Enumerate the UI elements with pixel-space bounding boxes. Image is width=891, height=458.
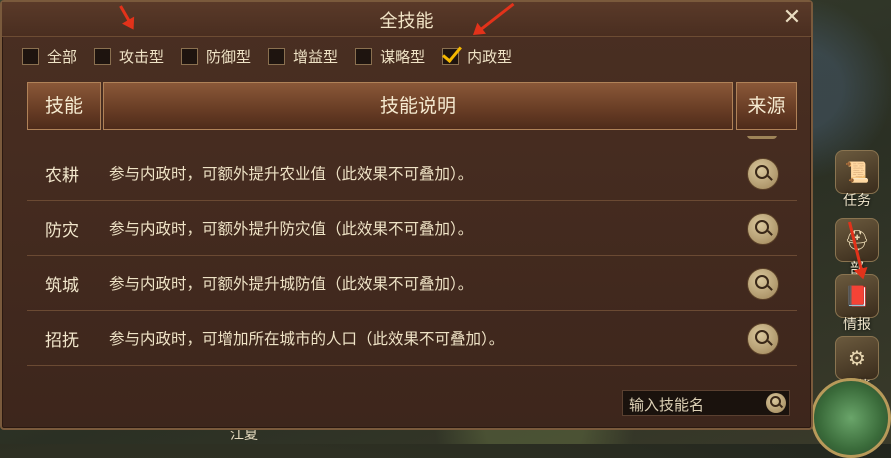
table-row[interactable]: 农耕 参与内政时，可额外提升农业值（此效果不可叠加）。 [27, 146, 797, 201]
search-icon [755, 220, 769, 234]
filter-attack[interactable]: 攻击型 [94, 46, 164, 67]
close-button[interactable]: ✕ [781, 5, 803, 30]
checkbox-checked[interactable] [442, 48, 460, 65]
header-source[interactable]: 来源 [736, 82, 797, 130]
filter-all[interactable]: 全部 [22, 46, 77, 67]
header-skill[interactable]: 技能 [27, 82, 101, 130]
skill-name: 农耕 [45, 166, 79, 186]
search-input[interactable]: 输入技能名 [629, 394, 704, 415]
search-icon [755, 165, 769, 179]
close-icon: ✕ [782, 5, 802, 30]
search-icon [755, 275, 769, 289]
checkbox[interactable] [355, 48, 373, 65]
checkbox[interactable] [181, 48, 199, 65]
search-button[interactable] [766, 393, 786, 413]
checkbox[interactable] [94, 48, 112, 65]
filter-defense[interactable]: 防御型 [181, 46, 251, 67]
side-item-intel[interactable]: 📕 情报 [827, 274, 887, 334]
skill-description: 参与内政时，可额外提升城防值（此效果不可叠加）。 [109, 275, 474, 293]
gear-icon: ⚙ [835, 336, 879, 380]
filter-bar: 全部 攻击型 防御型 增益型 谋略型 内政型 [22, 46, 529, 67]
skill-name: 筑城 [45, 276, 79, 296]
filter-strategy[interactable]: 谋略型 [355, 46, 425, 67]
skill-name: 招抚 [45, 331, 79, 351]
side-menu: 📜 任务 ⛑ 部 📕 情报 ⚙ 功能 [811, 140, 891, 458]
table-header: 技能 技能说明 来源 [27, 82, 797, 130]
checkbox[interactable] [268, 48, 286, 65]
table-row[interactable]: 招抚 参与内政时，可增加所在城市的人口（此效果不可叠加）。 [27, 311, 797, 366]
checkbox[interactable] [22, 48, 39, 65]
dragon-main-button[interactable] [811, 378, 891, 458]
skill-search-box[interactable]: 输入技能名 [622, 390, 790, 416]
partial-row-button [747, 136, 777, 139]
table-row[interactable]: 防灾 参与内政时，可额外提升防灾值（此效果不可叠加）。 [27, 201, 797, 256]
skill-description: 参与内政时，可额外提升防灾值（此效果不可叠加）。 [109, 220, 474, 238]
header-description[interactable]: 技能说明 [103, 82, 733, 130]
search-icon [755, 330, 769, 344]
skill-name: 防灾 [45, 221, 79, 241]
source-button[interactable] [747, 268, 779, 300]
filter-internal[interactable]: 内政型 [442, 46, 512, 67]
table-row[interactable]: 筑城 参与内政时，可额外提升城防值（此效果不可叠加）。 [27, 256, 797, 311]
skill-description: 参与内政时，可额外提升农业值（此效果不可叠加）。 [109, 165, 474, 183]
source-button[interactable] [747, 213, 779, 245]
source-button[interactable] [747, 158, 779, 190]
scroll-icon: 📜 [835, 150, 879, 194]
skill-list[interactable]: 农耕 参与内政时，可额外提升农业值（此效果不可叠加）。 防灾 参与内政时，可额外… [27, 136, 797, 372]
skill-description: 参与内政时，可增加所在城市的人口（此效果不可叠加）。 [109, 330, 505, 348]
side-item-task[interactable]: 📜 任务 [827, 150, 887, 210]
source-button[interactable] [747, 323, 779, 355]
search-icon [770, 396, 781, 407]
skills-dialog: 全技能 ✕ 全部 攻击型 防御型 增益型 谋略型 内政型 技能 技能说明 来源 … [0, 0, 813, 430]
filter-buff[interactable]: 增益型 [268, 46, 338, 67]
